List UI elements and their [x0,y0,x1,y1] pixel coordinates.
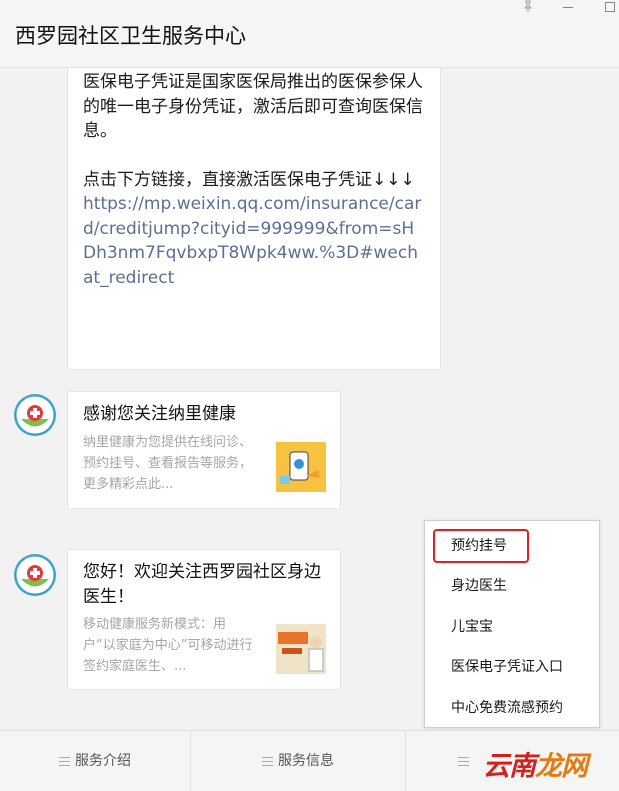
hamburger-icon [59,757,70,766]
card-thumbnail [276,442,326,492]
hospital-cross-logo-icon [14,554,56,596]
chat-title: 西罗园社区卫生服务中心 [15,24,246,48]
title-bar: 西罗园社区卫生服务中心 [0,0,619,68]
avatar[interactable] [14,394,56,436]
card-thumbnail [276,624,326,674]
activation-link[interactable]: https://mp.weixin.qq.com/insurance/card/… [83,192,426,290]
card-title: 感谢您关注纳里健康 [83,404,236,424]
menu-item-nearby-doctor[interactable]: 身边医生 [425,566,599,606]
tab-label: 服务信息 [278,753,334,769]
message-bubble: 医保电子凭证是国家医保局推出的医保参保人的唯一电子身份凭证，激活后即可查询医保信… [67,68,441,370]
intro-text: 医保电子凭证是国家医保局推出的医保参保人的唯一电子身份凭证，激活后即可查询医保信… [83,72,423,141]
article-card[interactable]: 您好！欢迎关注西罗园社区身边医生！ 移动健康服务新模式：用户“以家庭为中心”可移… [67,549,341,690]
article-card[interactable]: 感谢您关注纳里健康 纳里健康为您提供在线问诊、预约挂号、查看报告等服务，更多精彩… [67,391,341,509]
tab-label: 服务介绍 [75,753,131,769]
tab-service-info[interactable]: 服务信息 [191,731,405,791]
card-description: 纳里健康为您提供在线问诊、预约挂号、查看报告等服务，更多精彩点此... [83,435,253,492]
hamburger-icon [458,757,469,766]
menu-item-child-care[interactable]: 儿宝宝 [425,607,599,647]
minimize-icon[interactable] [559,0,577,14]
menu-item-appointment[interactable]: 预约挂号 [425,526,599,566]
cta-text: 点击下方链接，直接激活医保电子凭证↓↓↓ [83,169,415,190]
card-description: 移动健康服务新模式：用户“以家庭为中心”可移动进行签约家庭医生、... [83,617,253,674]
avatar[interactable] [14,554,56,596]
menu-item-flu-appointment[interactable]: 中心免费流感预约 [425,688,599,728]
watermark-logo: 云南龙网 [483,751,588,782]
tab-service-intro[interactable]: 服务介绍 [0,731,190,791]
card-title: 您好！欢迎关注西罗园社区身边医生！ [83,562,321,607]
pin-icon[interactable] [519,0,537,14]
service-menu: 预约挂号 身边医生 儿宝宝 医保电子凭证入口 中心免费流感预约 [424,520,600,728]
maximize-icon[interactable] [601,0,619,14]
hospital-cross-logo-icon [14,394,56,436]
hamburger-icon [262,757,273,766]
menu-item-insurance-entry[interactable]: 医保电子凭证入口 [425,647,599,687]
